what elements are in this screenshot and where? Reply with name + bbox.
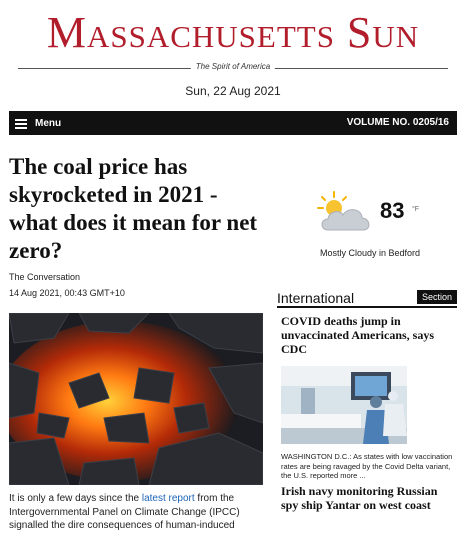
article-body: It is only a few days since the latest r…	[9, 492, 271, 533]
menu-button[interactable]: Menu	[15, 111, 61, 135]
story-summary: WASHINGTON D.C.: As states with low vacc…	[281, 452, 453, 480]
article-headline[interactable]: The coal price has skyrocketed in 2021 -…	[9, 153, 271, 265]
section-header: International Section	[277, 288, 457, 308]
hamburger-icon	[15, 118, 27, 129]
section-title[interactable]: International	[277, 290, 354, 306]
menu-bar: Menu VOLUME NO. 0205/16	[9, 111, 457, 135]
weather-widget[interactable]: 83 °F Mostly Cloudy in Bedford	[300, 190, 440, 270]
article-date: 14 Aug 2021, 00:43 GMT+10	[9, 288, 125, 298]
weather-description: Mostly Cloudy in Bedford	[319, 248, 421, 258]
hospital-ward-image	[281, 366, 407, 444]
latest-report-link[interactable]: latest report	[142, 493, 195, 504]
partly-cloudy-icon	[317, 191, 370, 231]
site-title[interactable]: Massachusetts Sun	[0, 6, 466, 60]
tagline: The Spirit of America	[190, 62, 276, 71]
body-text-start: It is only a few days since the	[9, 493, 142, 504]
temperature-unit: °F	[412, 206, 420, 213]
story-title[interactable]: Irish navy monitoring Russian spy ship Y…	[281, 484, 453, 512]
masthead: Massachusetts Sun The Spirit of America …	[0, 0, 466, 110]
story-title[interactable]: COVID deaths jump in unvaccinated Americ…	[281, 314, 453, 356]
section-badge[interactable]: Section	[416, 290, 457, 304]
temperature: 83	[380, 198, 405, 223]
menu-label: Menu	[35, 117, 62, 129]
article-hero-image[interactable]	[9, 313, 263, 485]
volume-number: VOLUME NO. 0205/16	[346, 117, 449, 128]
current-date: Sun, 22 Aug 2021	[185, 84, 281, 98]
tagline-rule: The Spirit of America	[18, 62, 448, 74]
international-section: International Section COVID deaths jump …	[277, 288, 457, 533]
story-image[interactable]	[281, 366, 407, 444]
burning-coal-image	[9, 313, 263, 485]
article-source: The Conversation	[9, 272, 81, 282]
